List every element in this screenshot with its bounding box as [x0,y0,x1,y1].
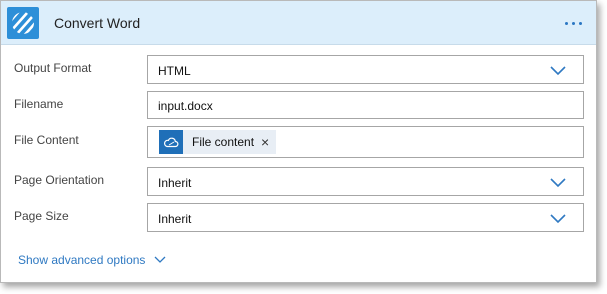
more-options-button[interactable] [560,10,586,36]
remove-token-button[interactable]: × [261,135,276,149]
output-format-label: Output Format [14,61,92,75]
page-orientation-label: Page Orientation [14,173,105,187]
ellipsis-icon [564,21,568,25]
file-content-input[interactable]: File content × [147,126,584,158]
page-orientation-value: Inherit [158,176,192,190]
action-card: Convert Word Output Format HTML Filename… [0,0,597,283]
filename-input[interactable]: input.docx [147,91,584,119]
file-content-label: File Content [14,133,79,147]
page-size-dropdown[interactable]: Inherit [147,203,584,232]
ellipsis-dot [578,21,582,25]
page-size-label: Page Size [14,209,69,223]
output-format-dropdown[interactable]: HTML [147,55,584,84]
show-advanced-options-link[interactable]: Show advanced options [18,253,166,267]
action-header[interactable]: Convert Word [1,1,596,45]
page-orientation-dropdown[interactable]: Inherit [147,167,584,196]
filename-value: input.docx [158,99,213,113]
action-title: Convert Word [54,15,141,31]
dynamic-content-token[interactable]: File content × [159,130,277,154]
chevron-down-icon [154,256,166,263]
filename-label: Filename [14,97,64,111]
chevron-down-icon [550,214,566,224]
page-size-value: Inherit [158,212,192,226]
chevron-down-icon [550,66,566,76]
ellipsis-dot [571,21,575,25]
output-format-value: HTML [158,64,191,78]
chevron-down-icon [550,178,566,188]
onedrive-cloud-icon [159,130,183,154]
advanced-options-label: Show advanced options [18,253,146,267]
striped-logo-icon [7,7,39,39]
token-label: File content [192,135,255,149]
